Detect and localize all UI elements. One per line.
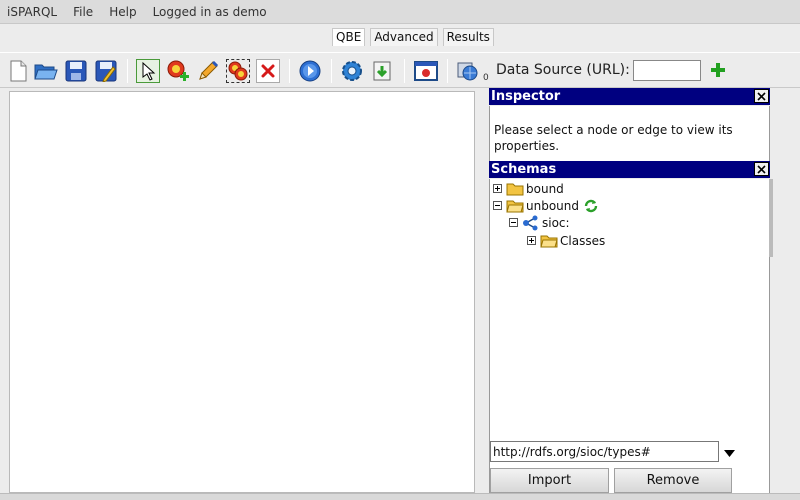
refresh-icon [584,199,598,212]
toolbar: 0 Data Source (URL): [0,52,800,88]
schemas-title: Schemas [491,162,557,177]
add-node-icon[interactable] [166,59,190,83]
menu-help[interactable]: Help [101,5,144,19]
expand-icon[interactable] [527,236,536,245]
pointer-icon[interactable] [136,59,160,83]
tab-results[interactable]: Results [442,28,494,46]
toolbar-separator [127,59,128,83]
collapse-icon[interactable] [509,218,518,227]
schemas-close-button[interactable] [754,162,769,176]
dialog-icon[interactable] [414,59,438,83]
tab-advanced[interactable]: Advanced [370,28,438,46]
remove-button[interactable]: Remove [614,468,732,493]
datasource-count: 0 [483,73,489,83]
tab-qbe[interactable]: QBE [332,28,366,46]
add-datasource-icon[interactable] [711,63,725,80]
datasource-icon[interactable] [456,59,480,83]
open-folder-icon[interactable] [34,59,58,83]
inspector-header: Inspector [489,88,770,105]
tree-node-unbound[interactable]: unbound [493,197,599,214]
schema-url-input[interactable] [490,441,719,462]
logged-in-status: Logged in as demo [152,4,267,19]
delete-icon[interactable] [256,59,280,83]
new-file-icon[interactable] [6,59,30,83]
toolbar-separator [289,59,290,83]
inspector-close-button[interactable] [754,89,769,103]
tree-label: Classes [560,233,606,248]
expand-icon[interactable] [493,184,502,193]
inspector-title: Inspector [491,89,561,104]
menu-bar: iSPARQL File Help Logged in as demo [0,0,800,24]
menu-file[interactable]: File [65,5,101,19]
pencil-icon[interactable] [196,59,220,83]
tree-label: unbound [526,198,579,213]
close-icon [757,91,766,101]
tree-node-sioc[interactable]: sioc: [509,214,570,231]
import-icon[interactable] [370,59,394,83]
tree-label: sioc: [542,215,570,230]
settings-icon[interactable] [340,59,364,83]
close-icon [757,164,766,174]
app-name[interactable]: iSPARQL [0,5,65,19]
import-button[interactable]: Import [490,468,609,493]
schemas-scrollbar[interactable] [769,179,773,257]
query-canvas[interactable] [9,91,475,493]
tree-label: bound [526,181,564,196]
schemas-header: Schemas [489,161,770,178]
view-tabs: QBE Advanced Results [0,28,800,48]
chevron-down-icon [724,450,735,457]
status-bar [0,493,800,500]
toolbar-separator [404,59,405,83]
schema-graph-icon [523,215,538,230]
folder-open-icon [540,235,558,247]
schema-url-dropdown[interactable] [724,446,735,460]
tree-node-classes[interactable]: Classes [527,232,605,249]
toolbar-separator [331,59,332,83]
folder-icon [506,183,524,195]
folder-open-icon [506,200,524,212]
inspector-message: Please select a node or edge to view its… [494,123,733,153]
group-nodes-icon[interactable] [226,59,250,83]
tree-node-bound[interactable]: bound [493,180,564,197]
inspector-body: Please select a node or edge to view its… [489,106,770,161]
datasource-label: Data Source (URL): [496,62,630,78]
toolbar-separator [447,59,448,83]
save-as-icon[interactable] [94,59,118,83]
datasource-url-input[interactable] [633,60,701,81]
collapse-icon[interactable] [493,201,502,210]
run-icon[interactable] [298,59,322,83]
save-icon[interactable] [64,59,88,83]
